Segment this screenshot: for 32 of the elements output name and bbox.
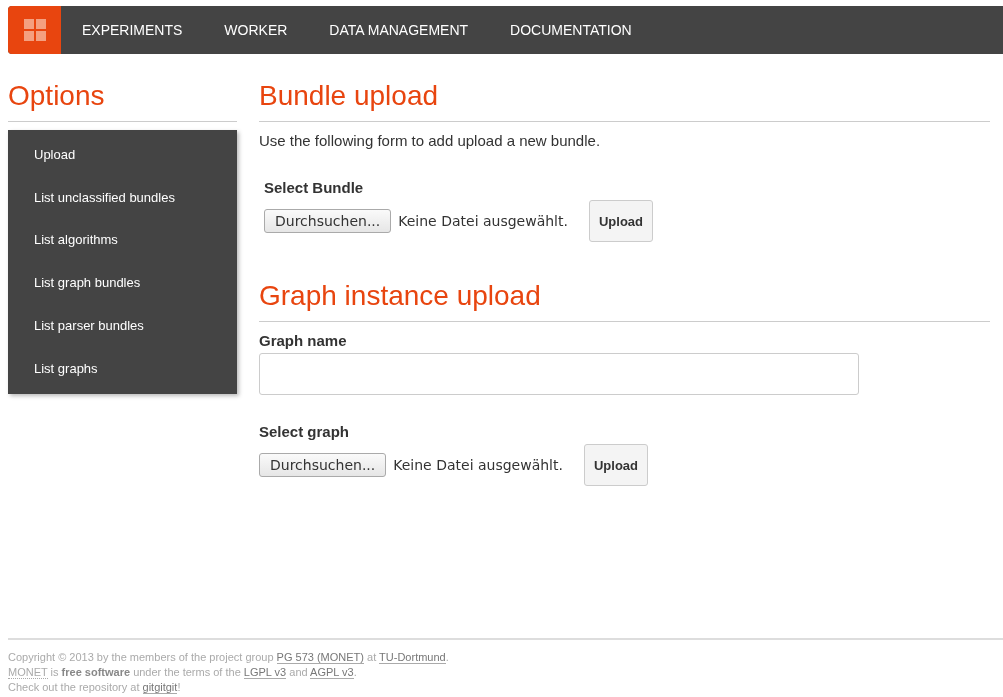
section-title: Graph instance upload	[259, 280, 990, 322]
footer-text: MONET is free software under the terms of the LGPL v3 and AGPL v3.	[8, 665, 358, 680]
sidebar-item[interactable]: Upload	[8, 134, 237, 177]
intro-text: Use the following form to add upload a new bundle.	[259, 132, 602, 149]
nav-link[interactable]: EXPERIMENTS	[82, 22, 183, 38]
footer-link[interactable]: PG 573 (MONET)	[276, 651, 364, 664]
sidebar-item[interactable]: List graph bundles	[8, 262, 237, 305]
footer-link[interactable]: TU-Dortmund	[379, 651, 446, 664]
upload-button[interactable]: Upload	[583, 444, 648, 486]
footer-text: Check out the repository at gitgitgit!	[8, 680, 182, 695]
field-label: Select Bundle	[264, 179, 365, 196]
graph-name-field[interactable]	[259, 353, 859, 395]
sidebar-item[interactable]: List algorithms	[8, 219, 237, 263]
sidebar-item[interactable]: List graphs	[8, 347, 237, 391]
browse-button[interactable]: Durchsuchen...	[264, 209, 392, 233]
footer-text: Copyright © 2013 by the members of the project group PG 573 (MONET) at TU-Dortmund.	[8, 650, 450, 665]
field-label: Select graph	[259, 423, 351, 440]
section-title: Bundle upload	[259, 80, 990, 122]
field-label: Graph name	[259, 332, 348, 349]
upload-button[interactable]: Upload	[588, 200, 653, 242]
file-status-text: Keine Datei ausgewählt.	[398, 213, 568, 229]
sidebar-item[interactable]: List unclassified bundles	[8, 176, 237, 220]
browse-button[interactable]: Durchsuchen...	[259, 453, 387, 477]
grid-logo-icon[interactable]	[8, 6, 61, 54]
file-status-text: Keine Datei ausgewählt.	[393, 457, 563, 473]
nav-link[interactable]: WORKER	[224, 22, 288, 38]
footer-link[interactable]: LGPL v3	[243, 666, 287, 679]
nav-link[interactable]: DATA MANAGEMENT	[329, 22, 469, 38]
sidebar-title: Options	[8, 80, 237, 122]
footer-link[interactable]: AGPL v3	[310, 666, 354, 679]
sidebar-item[interactable]: List parser bundles	[8, 304, 237, 348]
nav-link[interactable]: DOCUMENTATION	[510, 22, 632, 38]
